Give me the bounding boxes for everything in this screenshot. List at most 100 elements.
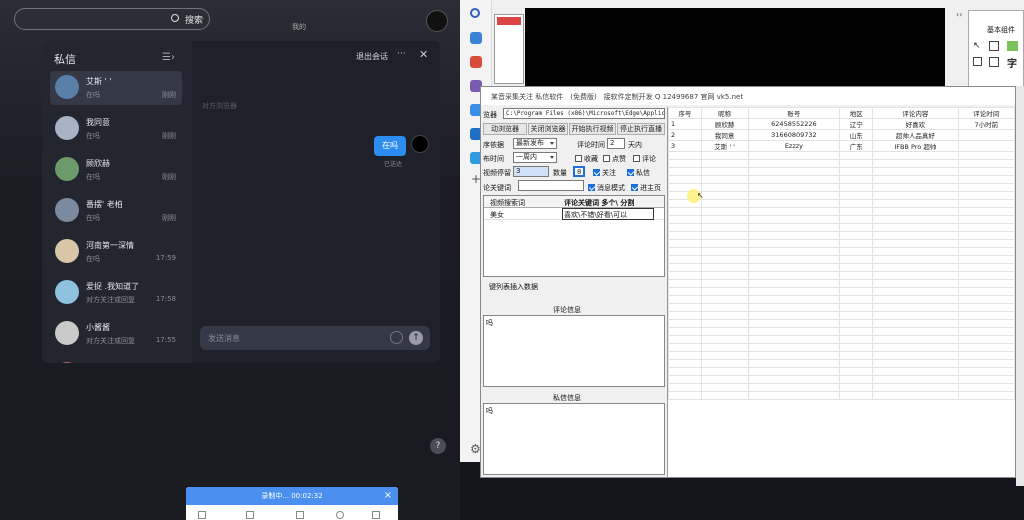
- table-row[interactable]: [668, 247, 1015, 256]
- grid-cell[interactable]: [957, 215, 1015, 224]
- grid-cell[interactable]: [700, 391, 749, 400]
- grid-cell[interactable]: [872, 279, 959, 288]
- grid-cell[interactable]: 好喜欢: [872, 118, 959, 130]
- grid-cell[interactable]: [747, 327, 841, 336]
- grid-cell[interactable]: [668, 167, 702, 176]
- grid-cell[interactable]: [872, 319, 959, 328]
- table-row[interactable]: 美女 喜欢\不错\好看\可以: [484, 208, 664, 220]
- grid-cell[interactable]: [839, 311, 874, 320]
- text-icon[interactable]: 字: [1007, 55, 1017, 70]
- checkbox-box[interactable]: [631, 184, 638, 191]
- collapse-icon[interactable]: ‹‹: [956, 10, 966, 20]
- grid-cell[interactable]: [747, 279, 841, 288]
- grid-cell[interactable]: [872, 199, 959, 208]
- grid-cell[interactable]: [839, 279, 874, 288]
- grid-cell[interactable]: [700, 343, 749, 352]
- grid-cell[interactable]: [700, 263, 749, 272]
- grid-cell[interactable]: [668, 319, 702, 328]
- checkbox-icon[interactable]: [973, 57, 982, 66]
- grid-cell[interactable]: [747, 263, 841, 272]
- grid-cell[interactable]: [839, 383, 874, 392]
- grid-cell[interactable]: [839, 191, 874, 200]
- count-input[interactable]: 8: [573, 166, 585, 177]
- table-row[interactable]: [668, 303, 1015, 312]
- grid-cell[interactable]: [957, 159, 1015, 168]
- grid-cell[interactable]: [700, 359, 749, 368]
- grid-cell[interactable]: [668, 247, 702, 256]
- grid-cell[interactable]: [747, 287, 841, 296]
- grid-cell[interactable]: [957, 295, 1015, 304]
- grid-cell[interactable]: IFBB Pro 超帅: [872, 140, 959, 152]
- grid-cell[interactable]: [957, 375, 1015, 384]
- grid-cell[interactable]: [747, 231, 841, 240]
- grid-cell[interactable]: [872, 343, 959, 352]
- grid-cell[interactable]: [839, 151, 874, 160]
- grid-cell[interactable]: [700, 175, 749, 184]
- launch-browser-button[interactable]: 动浏览器: [483, 123, 527, 135]
- video-wait-input[interactable]: 3: [513, 166, 549, 177]
- grid-cell[interactable]: 辽宁: [839, 118, 874, 130]
- grid-cell[interactable]: [747, 167, 841, 176]
- grid-cell[interactable]: [747, 207, 841, 216]
- grid-header-cell[interactable]: 地区: [839, 107, 874, 119]
- camera-icon[interactable]: [246, 511, 254, 519]
- list-item[interactable]: 河南第一深情 在吗 17:59: [50, 235, 182, 269]
- grid-cell[interactable]: [839, 335, 874, 344]
- table-row[interactable]: [668, 191, 1015, 200]
- compose-input[interactable]: 发送消息 ↑: [200, 326, 430, 350]
- keyword-input[interactable]: [518, 180, 584, 191]
- grid-cell[interactable]: [839, 183, 874, 192]
- grid-cell[interactable]: [957, 151, 1015, 160]
- grid-cell[interactable]: [700, 231, 749, 240]
- grid-cell[interactable]: [872, 151, 959, 160]
- grid-cell[interactable]: [957, 351, 1015, 360]
- grid-cell[interactable]: [839, 263, 874, 272]
- grid-cell[interactable]: [700, 255, 749, 264]
- grid-cell[interactable]: [700, 311, 749, 320]
- grid-cell[interactable]: [872, 223, 959, 232]
- grid-cell[interactable]: [839, 271, 874, 280]
- grid-cell[interactable]: 山东: [839, 129, 874, 141]
- grid-cell[interactable]: [700, 223, 749, 232]
- grid-cell[interactable]: [747, 335, 841, 344]
- grid-cell[interactable]: [839, 215, 874, 224]
- grid-cell[interactable]: [668, 175, 702, 184]
- grid-cell[interactable]: [872, 167, 959, 176]
- grid-cell[interactable]: [668, 303, 702, 312]
- grid-cell[interactable]: [700, 271, 749, 280]
- grid-cell[interactable]: [957, 391, 1015, 400]
- table-row[interactable]: [668, 311, 1015, 320]
- table-row[interactable]: [668, 335, 1015, 344]
- table-row[interactable]: [668, 295, 1015, 304]
- grid-cell[interactable]: [957, 327, 1015, 336]
- grid-cell[interactable]: [957, 239, 1015, 248]
- grid-cell[interactable]: [872, 183, 959, 192]
- grid-cell[interactable]: [872, 255, 959, 264]
- grid-cell[interactable]: [700, 215, 749, 224]
- table-row[interactable]: [668, 287, 1015, 296]
- grid-cell[interactable]: [700, 183, 749, 192]
- grid-cell[interactable]: [747, 383, 841, 392]
- homepage-checkbox[interactable]: 进主页: [631, 183, 661, 193]
- table-row[interactable]: [668, 255, 1015, 264]
- pen-icon[interactable]: [296, 511, 304, 519]
- table-row[interactable]: [668, 223, 1015, 232]
- grid-cell[interactable]: [839, 167, 874, 176]
- grid-cell[interactable]: [700, 335, 749, 344]
- table-row[interactable]: [668, 271, 1015, 280]
- table-row[interactable]: [668, 319, 1015, 328]
- grid-cell[interactable]: [700, 295, 749, 304]
- grid-cell[interactable]: [957, 319, 1015, 328]
- grid-cell[interactable]: [668, 375, 702, 384]
- grid-cell[interactable]: [872, 207, 959, 216]
- grid-cell[interactable]: [957, 167, 1015, 176]
- grid-cell[interactable]: [872, 311, 959, 320]
- grid-cell[interactable]: [668, 335, 702, 344]
- grid-header-cell[interactable]: 评论内容: [872, 107, 959, 119]
- grid-cell[interactable]: [747, 159, 841, 168]
- grid-cell[interactable]: [957, 335, 1015, 344]
- follow-checkbox[interactable]: 关注: [593, 168, 616, 178]
- checkbox-box[interactable]: [627, 169, 634, 176]
- publish-select[interactable]: 一周内: [513, 152, 557, 163]
- grid-cell[interactable]: [668, 271, 702, 280]
